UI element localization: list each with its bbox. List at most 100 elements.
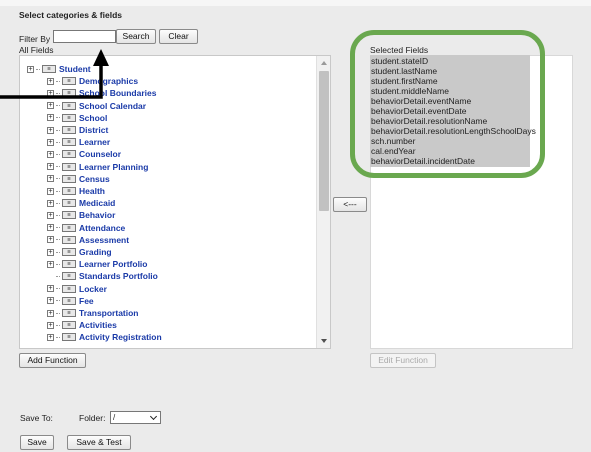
tree-item-label[interactable]: Health: [79, 186, 105, 196]
tree-item-label[interactable]: Learner Portfolio: [79, 259, 147, 269]
database-table-icon: ≡: [62, 296, 76, 305]
selected-field-item[interactable]: behaviorDetail.eventDate: [370, 106, 530, 116]
plus-expander-icon[interactable]: +: [47, 285, 54, 293]
selected-field-item[interactable]: sch.number: [370, 136, 530, 146]
plus-expander-icon[interactable]: +: [47, 187, 54, 195]
tree-item[interactable]: + ≡ Learner: [47, 136, 110, 148]
tree-connector: [56, 92, 60, 94]
add-function-button[interactable]: Add Function: [19, 353, 86, 368]
tree-connector: [56, 312, 60, 314]
scroll-up-arrow-icon[interactable]: [321, 61, 327, 65]
tree-item-label[interactable]: District: [79, 125, 108, 135]
selected-field-item[interactable]: behaviorDetail.eventName: [370, 96, 530, 106]
plus-expander-icon[interactable]: +: [47, 126, 54, 134]
tree-item[interactable]: + ≡ District: [47, 124, 108, 136]
tree-item[interactable]: + ≡ Counselor: [47, 148, 121, 160]
selected-field-item[interactable]: behaviorDetail.resolutionLengthSchoolDay…: [370, 126, 536, 136]
plus-expander-icon[interactable]: +: [47, 248, 54, 256]
tree-item[interactable]: + ≡ School: [47, 112, 107, 124]
plus-expander-icon[interactable]: +: [47, 236, 54, 244]
plus-expander-icon[interactable]: +: [47, 138, 54, 146]
filter-input[interactable]: [53, 30, 116, 43]
tree-item-label[interactable]: Census: [79, 174, 110, 184]
tree-item-label[interactable]: Standards Portfolio: [79, 271, 158, 281]
plus-expander-icon[interactable]: +: [47, 163, 54, 171]
tree-item-label[interactable]: Assessment: [79, 235, 129, 245]
tree-connector: [56, 288, 60, 290]
save-test-button[interactable]: Save & Test: [67, 435, 131, 450]
selected-field-item[interactable]: student.firstName: [370, 76, 530, 86]
tree-item-label[interactable]: Learner: [79, 137, 110, 147]
tree-item-label[interactable]: Learner Planning: [79, 162, 148, 172]
tree-item[interactable]: + ≡ Activity Registration: [47, 331, 162, 343]
tree-item[interactable]: + ≡ Activities: [47, 319, 117, 331]
selected-field-item[interactable]: student.stateID: [370, 56, 530, 66]
plus-expander-icon[interactable]: +: [27, 65, 34, 73]
tree-scrollbar[interactable]: [316, 56, 330, 348]
tree-item-label[interactable]: Grading: [79, 247, 112, 257]
search-button[interactable]: Search: [116, 29, 156, 44]
plus-expander-icon[interactable]: +: [47, 260, 54, 268]
tree-item-label[interactable]: Activity Registration: [79, 332, 162, 342]
clear-button[interactable]: Clear: [159, 29, 198, 44]
tree-item[interactable]: + ≡ Demographics: [47, 75, 138, 87]
tree-item-label[interactable]: Transportation: [79, 308, 139, 318]
tree-item[interactable]: + ≡ Learner Planning: [47, 161, 148, 173]
tree-item-label[interactable]: Counselor: [79, 149, 121, 159]
plus-expander-icon[interactable]: +: [47, 175, 54, 183]
plus-expander-icon[interactable]: +: [47, 297, 54, 305]
tree-item[interactable]: + ≡ Health: [47, 185, 105, 197]
save-button[interactable]: Save: [20, 435, 54, 450]
tree-item[interactable]: ≡ Standards Portfolio: [47, 270, 158, 282]
plus-expander-icon[interactable]: +: [47, 89, 54, 97]
tree-item[interactable]: + ≡ Learner Portfolio: [47, 258, 147, 270]
tree-connector: [56, 166, 60, 168]
tree-item-label[interactable]: Demographics: [79, 76, 138, 86]
plus-expander-icon[interactable]: +: [47, 114, 54, 122]
plus-expander-icon[interactable]: +: [47, 199, 54, 207]
selected-field-item[interactable]: behaviorDetail.resolutionName: [370, 116, 530, 126]
remove-field-button[interactable]: <---: [333, 197, 367, 212]
selected-field-item[interactable]: student.middleName: [370, 86, 530, 96]
tree-item-label[interactable]: School Calendar: [79, 101, 146, 111]
all-fields-tree[interactable]: + ≡ Student + ≡ Demographics + ≡ School Boundari…: [19, 55, 331, 349]
tree-item[interactable]: + ≡ Grading: [47, 246, 112, 258]
plus-expander-icon[interactable]: +: [47, 309, 54, 317]
scroll-down-arrow-icon[interactable]: [321, 339, 327, 343]
tree-item[interactable]: + ≡ Student: [27, 63, 91, 75]
tree-item-label[interactable]: School Boundaries: [79, 88, 156, 98]
tree-item[interactable]: + ≡ School Calendar: [47, 100, 146, 112]
plus-expander-icon[interactable]: +: [47, 77, 54, 85]
tree-item-label[interactable]: Medicaid: [79, 198, 115, 208]
tree-item[interactable]: + ≡ Medicaid: [47, 197, 115, 209]
folder-select[interactable]: /: [110, 411, 161, 424]
tree-item[interactable]: + ≡ Locker: [47, 283, 107, 295]
tree-item[interactable]: + ≡ Transportation: [47, 307, 139, 319]
tree-item[interactable]: + ≡ Attendance: [47, 222, 125, 234]
tree-item[interactable]: + ≡ Census: [47, 173, 110, 185]
plus-expander-icon[interactable]: +: [47, 224, 54, 232]
selected-field-item[interactable]: behaviorDetail.incidentDate: [370, 156, 530, 166]
tree-item-label[interactable]: Behavior: [79, 210, 115, 220]
plus-expander-icon[interactable]: +: [47, 321, 54, 329]
tree-item-label[interactable]: Locker: [79, 284, 107, 294]
tree-item[interactable]: + ≡ Assessment: [47, 234, 129, 246]
tree-item-label[interactable]: Student: [59, 64, 91, 74]
tree-item-label[interactable]: School: [79, 113, 107, 123]
tree-item[interactable]: + ≡ Behavior: [47, 209, 115, 221]
tree-item[interactable]: + ≡ Fee: [47, 295, 94, 307]
plus-expander-icon[interactable]: +: [47, 150, 54, 158]
database-table-icon: ≡: [62, 333, 76, 342]
tree-item-label[interactable]: Activities: [79, 320, 117, 330]
plus-expander-icon[interactable]: +: [47, 102, 54, 110]
selected-fields-list[interactable]: student.stateID student.lastName student.f…: [370, 55, 536, 167]
tree-item-label[interactable]: Fee: [79, 296, 94, 306]
tree-item-label[interactable]: Attendance: [79, 223, 125, 233]
selected-field-item[interactable]: student.lastName: [370, 66, 530, 76]
database-table-icon: ≡: [62, 199, 76, 208]
plus-expander-icon[interactable]: +: [47, 211, 54, 219]
plus-expander-icon[interactable]: +: [47, 333, 54, 341]
selected-field-item[interactable]: cal.endYear: [370, 146, 530, 156]
scroll-thumb[interactable]: [319, 71, 329, 211]
tree-item[interactable]: + ≡ School Boundaries: [47, 87, 156, 99]
